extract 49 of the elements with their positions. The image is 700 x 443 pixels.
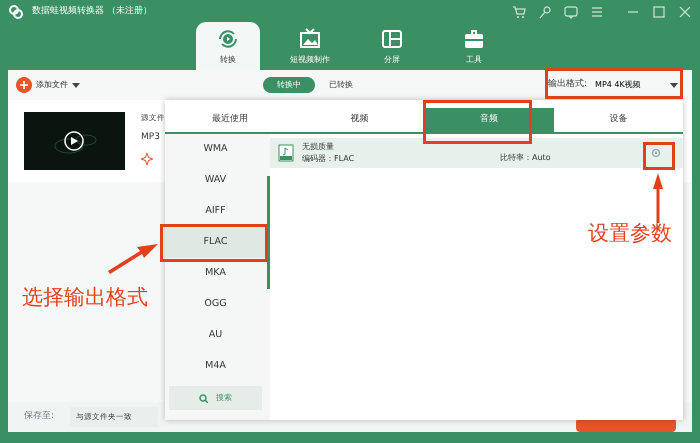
file-format: MP3 [141,131,161,144]
nav-tab[interactable]: 短视频制作 [278,22,342,70]
highlight-frame [643,142,675,170]
key-icon[interactable] [538,5,552,19]
format-item[interactable]: AIFF [165,196,266,227]
format-item[interactable]: FLAC [165,227,266,258]
scrollbar-thumb[interactable] [267,176,270,289]
nav-tab[interactable]: 工具 [442,22,506,70]
tv-icon [298,26,322,50]
menu-icon[interactable] [590,5,604,19]
preset-bitrate: 比特率：Auto [500,152,551,164]
save-location-label: 保存至: [24,410,54,424]
audio-file-icon [278,144,294,162]
search-icon [199,394,208,402]
plus-icon [16,77,32,93]
format-item[interactable]: WMA [165,134,266,165]
output-format-dropdown[interactable]: MP4 4K视频 [595,79,678,91]
format-category-tab[interactable]: 最近使用 [165,108,294,132]
annotation-text: 选择输出格式 [22,284,148,311]
output-format-label: 输出格式: [548,78,588,92]
close-icon[interactable] [678,5,692,19]
sparkle-icon[interactable] [141,152,153,165]
annotation-text: 设置参数 [588,220,672,247]
cart-icon[interactable] [512,5,526,19]
nav-tab[interactable]: 分屏 [360,22,424,70]
nav-tab[interactable]: 转换 [196,22,260,70]
maximize-icon[interactable] [652,5,666,19]
format-item[interactable]: AU [165,320,266,351]
preset-name: 无损质量 [302,141,335,153]
window-title: 数据蛙视频转换器 （未注册） [32,5,152,18]
annotation-arrow [652,173,664,223]
caret-icon [72,81,80,89]
segment-tab[interactable]: 转换中 [263,77,315,93]
format-category-tab[interactable]: 视频 [294,108,424,132]
message-icon[interactable] [564,5,578,19]
add-file-button[interactable]: 添加文件 [16,77,80,93]
format-item[interactable]: WAV [165,165,266,196]
format-item[interactable]: MKA [165,258,266,289]
format-category-tab[interactable]: 设备 [554,108,683,132]
settings-icon[interactable] [651,148,661,158]
segment-tab[interactable]: 已转换 [315,77,367,93]
caret-icon [670,81,678,89]
preset-encoder: 编码器：FLAC [302,153,356,165]
format-item[interactable]: M4A [165,351,266,382]
logo-icon [8,4,24,20]
preset-row[interactable]: 无损质量 编码器：FLAC 比特率：Auto [270,138,683,168]
format-category-tab[interactable]: 音频 [424,108,554,132]
format-item[interactable]: OGG [165,289,266,320]
annotation-arrow [108,244,158,274]
